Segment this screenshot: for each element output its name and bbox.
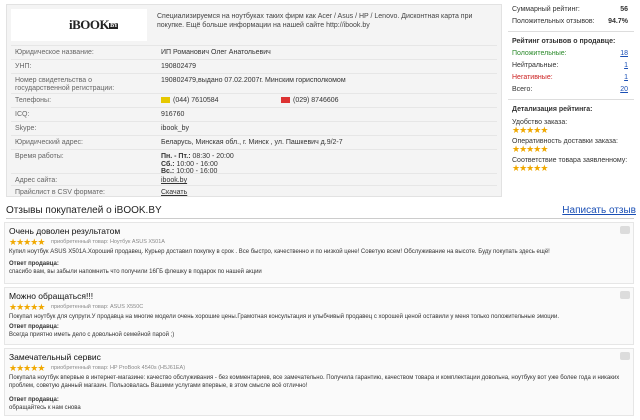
shop-logo[interactable]: iBOOKBY [69,17,119,33]
unp-value: 190802479 [161,63,197,70]
neutral-count-label: Нейтральные: [512,62,559,69]
registration-label: Номер свидетельства о государственной ре… [15,77,115,92]
divider [6,218,634,219]
detail-order-convenience-stars: ★★★★★ [508,126,634,135]
review-product: приобретенный товар: ASUS X550C [51,304,144,310]
review-title: Очень доволен результатом [9,226,121,236]
comment-icon[interactable] [620,291,630,299]
shop-info-panel: iBOOKBY Специализируемся на ноутбуках та… [6,4,502,197]
review-title: Замечательный сервис [9,352,101,362]
positive-percent-row: Положительных отзывов: 94.7% [508,16,634,28]
hours-label: Время работы: [15,153,64,160]
summary-rating-row: Суммарный рейтинг: 56 [508,4,634,16]
negative-count-link[interactable]: 1 [624,72,628,84]
positive-count-link[interactable]: 18 [620,48,628,60]
seller-reply-text: Всегда приятно иметь дело с довольной се… [9,332,175,338]
divider [508,31,634,32]
skype-label: Skype: [15,125,37,132]
site-link[interactable]: ibook.by [161,177,187,185]
phone-2: (029) 8746606 [281,97,339,104]
comment-icon[interactable] [620,352,630,360]
operator-mts-icon [281,97,290,104]
positive-percent-label: Положительных отзывов: [512,18,595,25]
detail-product-match-stars: ★★★★★ [508,164,634,173]
icq-label: ICQ: [15,111,30,118]
star-icon: ★ [37,302,45,312]
write-review-link[interactable]: Написать отзыв [562,205,636,216]
summary-rating-label: Суммарный рейтинг: [512,6,580,13]
seller-rating-title: Рейтинг отзывов о продавце: [512,38,616,45]
info-row-registration: Номер свидетельства о государственной ре… [11,73,497,93]
pricelist-download-link[interactable]: Скачать [161,189,187,197]
star-icon: ★ [37,363,45,373]
phones-label: Телефоны: [15,97,52,104]
comment-icon[interactable] [620,226,630,234]
operator-velcom-icon [161,97,170,104]
star-icon: ★ [37,237,45,247]
info-row-legal-name: Юридическое название: ИП Романович Олег … [11,45,497,59]
positive-count-label: Положительные: [512,50,567,57]
total-count-row: Всего: 20 [508,84,634,96]
info-row-icq: ICQ: 916760 [11,107,497,121]
phone-1: (044) 7610584 [161,97,219,105]
review-stars: ★★★★★ [9,302,45,312]
info-row-pricelist: Прайслист в CSV формате: Скачать [11,185,497,197]
review-title: Можно обращаться!!! [9,291,94,301]
hours-saturday: Сб.: 10:00 - 16:00 [161,160,218,168]
review-stars: ★★★★★ [9,363,45,373]
seller-reply-label: Ответ продавца: [9,324,59,330]
info-row-hours: Время работы: Пн. - Пт.: 08:30 - 20:00 С… [11,149,497,175]
negative-count-label: Негативные: [512,74,553,81]
reviews-heading: Отзывы покупателей о iBOOK.BY [6,205,162,216]
seller-reply-label: Ответ продавца: [9,397,59,403]
shop-description: Специализируемся на ноутбуках таких фирм… [157,13,473,29]
review-product: приобретенный товар: Ноутбук ASUS X501A [51,239,165,245]
total-count-link[interactable]: 20 [620,84,628,96]
ratings-sidebar: Суммарный рейтинг: 56 Положительных отзы… [508,4,634,173]
info-row-phones: Телефоны: (044) 7610584 (029) 8746606 [11,93,497,107]
review-card: Можно обращаться!!! ★★★★★ приобретенный … [4,287,634,345]
site-label: Адрес сайта: [15,177,58,184]
registration-value: 190802479,выдано 07.02.2007г. Минским го… [161,77,346,84]
address-label: Юридический адрес: [15,139,83,146]
legal-name-value: ИП Романович Олег Анатольевич [161,49,271,56]
neutral-count-link[interactable]: 1 [624,60,628,72]
positive-percent-value: 94.7% [608,18,628,25]
info-row-skype: Skype: ibook_by [11,121,497,135]
detail-delivery-speed-stars: ★★★★★ [508,145,634,154]
review-card: Очень доволен результатом ★★★★★ приобрет… [4,222,634,284]
info-row-unp: УНП: 190802479 [11,59,497,73]
review-stars: ★★★★★ [9,237,45,247]
review-product: приобретенный товар: HP ProBook 4540s (H… [51,365,186,371]
seller-reply-label: Ответ продавца: [9,261,59,267]
pricelist-label: Прайслист в CSV формате: [15,189,105,196]
total-count-label: Всего: [512,86,533,93]
review-card: Замечательный сервис ★★★★★ приобретенный… [4,348,634,416]
skype-value: ibook_by [161,125,190,132]
summary-rating-value: 56 [620,6,628,13]
seller-reply-text: спасибо вам, вы забыли напомнить что пол… [9,269,262,275]
review-text: Купил ноутбук ASUS X501A.Хороший продаве… [9,249,550,255]
info-row-address: Юридический адрес: Беларусь, Минская обл… [11,135,497,149]
review-text: Покупал ноутбук для супруги.У продавца н… [9,314,560,320]
address-value: Беларусь, Минская обл., г. Минск , ул. П… [161,139,343,146]
seller-reply-text: обращайтесь к нам снова [9,405,81,411]
star-icon: ★ [540,125,548,135]
review-text: Покупала ноутбук впервые в интернет-мага… [9,375,620,389]
icq-value: 916760 [161,111,185,118]
hours-weekdays: Пн. - Пт.: 08:30 - 20:00 [161,153,234,160]
positive-count-row: Положительные: 18 [508,48,634,60]
legal-name-label: Юридическое название: [15,49,94,56]
star-icon: ★ [540,144,548,154]
unp-label: УНП: [15,63,32,70]
divider [508,99,634,100]
star-icon: ★ [540,163,548,173]
shop-logo-cell: iBOOKBY [11,9,147,41]
negative-count-row: Негативные: 1 [508,72,634,84]
neutral-count-row: Нейтральные: 1 [508,60,634,72]
rating-detail-title: Детализация рейтинга: [512,106,593,113]
